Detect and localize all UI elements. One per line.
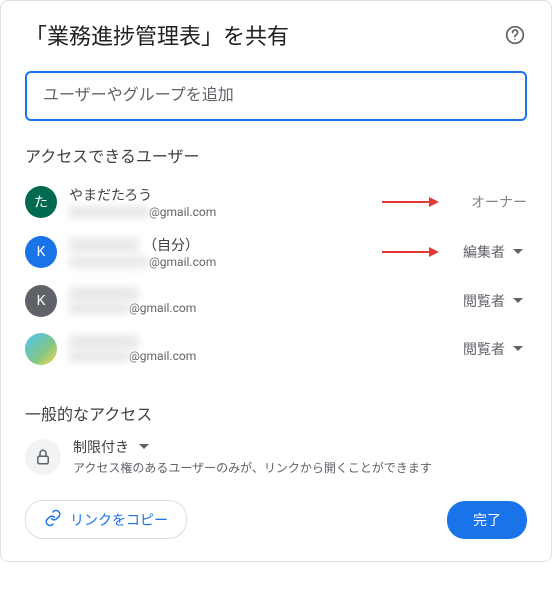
general-access-row: 制限付き アクセス権のあるユーザーのみが、リンクから開くことができます: [25, 437, 527, 476]
role-dropdown[interactable]: 閲覧者: [457, 339, 527, 359]
user-row: た やまだたろう xxxxxxx@gmail.com オーナー: [25, 177, 527, 227]
copy-link-button[interactable]: リンクをコピー: [25, 500, 187, 539]
user-email: xxxxxxxx@gmail.com: [69, 255, 457, 269]
avatar: K: [25, 236, 57, 268]
user-name: xxxxxx: [69, 287, 457, 301]
avatar: K: [25, 285, 57, 317]
role-owner: オーナー: [457, 192, 527, 212]
avatar: た: [25, 186, 57, 218]
general-access-dropdown[interactable]: 制限付き: [73, 437, 527, 457]
redacted-text: xxxxxx: [69, 238, 139, 252]
chevron-down-icon: [509, 243, 527, 261]
annotation-arrow: [382, 201, 437, 203]
dialog-header: 「業務進捗管理表」を共有: [25, 19, 527, 51]
dialog-title: 「業務進捗管理表」を共有: [25, 19, 289, 51]
user-info: xxxxxx xxxxx@gmail.com: [69, 335, 457, 363]
user-email: xxxxx@gmail.com: [69, 301, 457, 315]
chevron-down-icon: [509, 292, 527, 310]
redacted-text: xxxxxx: [69, 335, 139, 349]
user-email: xxxxxxx@gmail.com: [69, 205, 457, 219]
dialog-footer: リンクをコピー 完了: [25, 500, 527, 539]
access-users-label: アクセスできるユーザー: [25, 143, 527, 167]
chevron-down-icon: [135, 438, 153, 456]
chevron-down-icon: [509, 340, 527, 358]
user-name: xxxxxx: [69, 335, 457, 349]
user-info: xxxxxx xxxxx@gmail.com: [69, 287, 457, 315]
general-access-info: 制限付き アクセス権のあるユーザーのみが、リンクから開くことができます: [73, 437, 527, 476]
user-email: xxxxx@gmail.com: [69, 349, 457, 363]
redacted-text: xxxxxx: [69, 287, 139, 301]
annotation-arrow: [382, 251, 437, 253]
user-row: xxxxxx xxxxx@gmail.com 閲覧者: [25, 325, 527, 373]
user-row: K xxxxxx xxxxx@gmail.com 閲覧者: [25, 277, 527, 325]
redacted-text: xxxxxxx: [69, 206, 149, 218]
add-people-input[interactable]: [25, 71, 527, 121]
user-row: K xxxxxx（自分） xxxxxxxx@gmail.com 編集者: [25, 227, 527, 277]
redacted-text: xxxxx: [69, 302, 129, 314]
help-icon[interactable]: [503, 23, 527, 47]
share-dialog: 「業務進捗管理表」を共有 アクセスできるユーザー た やまだたろう xxxxxx…: [0, 0, 552, 562]
role-dropdown[interactable]: 閲覧者: [457, 291, 527, 311]
redacted-text: xxxxx: [69, 350, 129, 362]
general-access-description: アクセス権のあるユーザーのみが、リンクから開くことができます: [73, 459, 527, 476]
redacted-text: xxxxxxxx: [69, 256, 149, 268]
avatar: [25, 333, 57, 365]
role-dropdown[interactable]: 編集者: [457, 242, 527, 262]
general-access-label: 一般的なアクセス: [25, 401, 527, 425]
lock-icon: [25, 439, 61, 475]
general-access-section: 一般的なアクセス 制限付き アクセス権のあるユーザーのみが、リンクから開くことが…: [25, 401, 527, 476]
link-icon: [44, 509, 62, 530]
done-button[interactable]: 完了: [447, 501, 527, 539]
